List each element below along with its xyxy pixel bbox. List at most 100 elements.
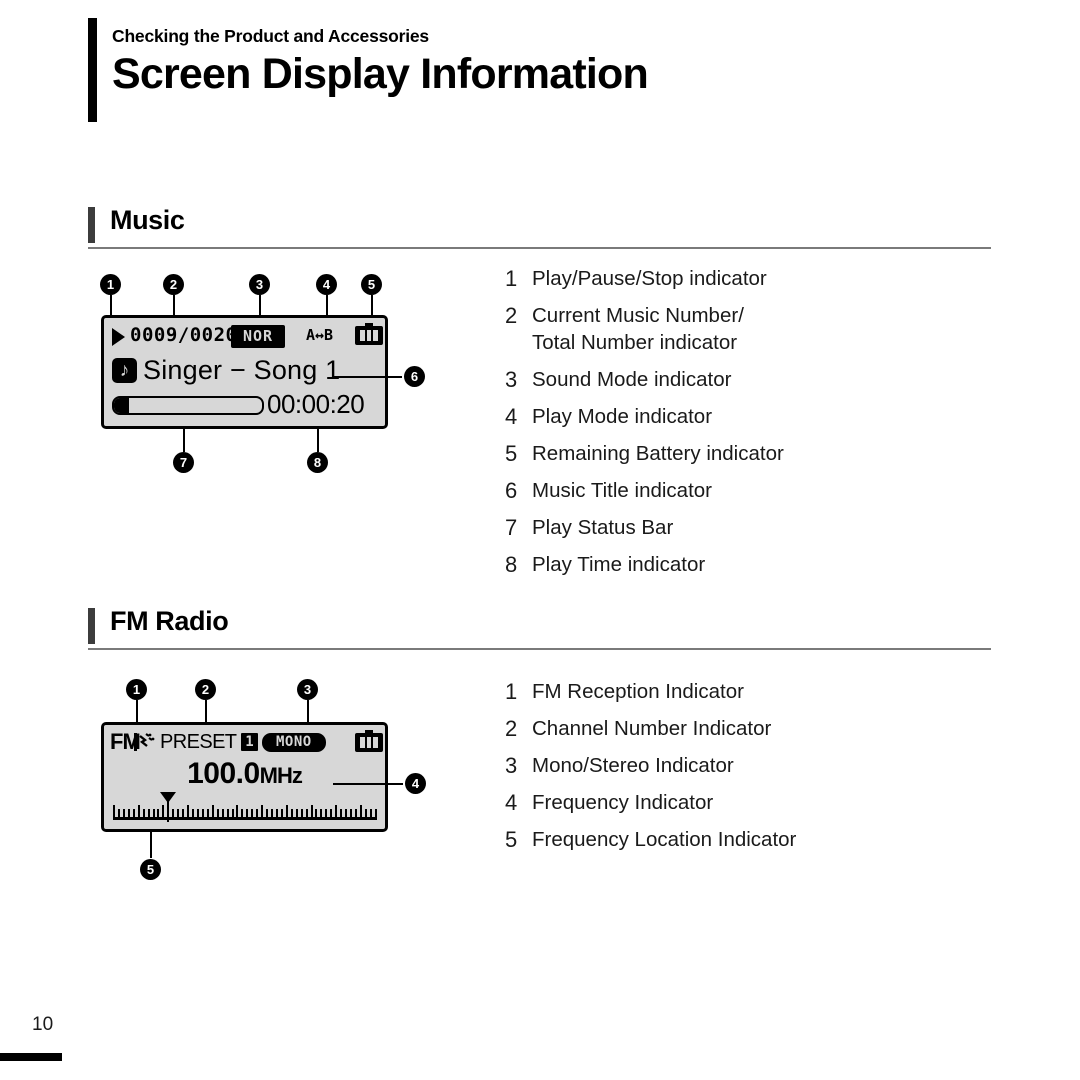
callout-music-5: 5	[361, 274, 382, 295]
page-header: Checking the Product and Accessories Scr…	[88, 18, 1008, 122]
tuning-tick	[271, 809, 273, 817]
tuning-tick	[261, 805, 264, 817]
tuning-tick	[305, 809, 308, 817]
fm-screen-display: FM PRESET 1 MONO 100.0MHz	[101, 722, 388, 832]
tuning-tick	[350, 809, 352, 817]
leader-music-4	[326, 295, 328, 315]
tuning-tick	[152, 809, 155, 817]
page-title: Screen Display Information	[112, 50, 649, 98]
battery-body	[355, 326, 383, 345]
leader-music-5	[371, 295, 373, 315]
tuning-tick	[132, 809, 135, 817]
tuning-tick	[310, 805, 313, 817]
play-mode-indicator: A↔B	[306, 326, 334, 344]
tuning-tick	[241, 809, 244, 817]
frequency-unit: MHz	[259, 763, 303, 788]
mono-stereo-indicator: MONO	[262, 733, 326, 752]
legend-number: 5	[505, 827, 518, 852]
tuning-tick	[182, 809, 185, 817]
tuning-tick	[256, 809, 259, 817]
music-title-indicator: Singer − Song 1	[143, 355, 341, 385]
section-title: FM Radio	[110, 606, 229, 636]
play-status-bar	[112, 396, 264, 415]
legend-label: Mono/Stereo Indicator	[532, 754, 734, 777]
fm-legend-list: 1 FM Reception Indicator 2 Channel Numbe…	[505, 678, 796, 863]
legend-label: Sound Mode indicator	[532, 368, 732, 391]
list-item: 8 Play Time indicator	[505, 551, 784, 578]
legend-label: Remaining Battery indicator	[532, 442, 784, 465]
legend-label: Play Mode indicator	[532, 405, 713, 428]
callout-music-3: 3	[249, 274, 270, 295]
leader-fm-1	[136, 700, 138, 722]
callout-fm-4: 4	[405, 773, 426, 794]
legend-label: Current Music Number/ Total Number indic…	[532, 304, 744, 354]
tuning-tick	[127, 809, 130, 817]
preset-label: PRESET	[160, 731, 237, 753]
list-item: 1 FM Reception Indicator	[505, 678, 796, 705]
tuning-tick	[117, 809, 120, 817]
fm-status-row: FM PRESET 1 MONO	[104, 728, 385, 758]
tuning-tick	[226, 809, 229, 817]
list-item: 5 Remaining Battery indicator	[505, 440, 784, 467]
battery-body	[355, 733, 383, 752]
legend-number: 3	[505, 367, 518, 392]
tuning-tick	[147, 809, 150, 817]
legend-number: 6	[505, 478, 518, 503]
frequency-value: 100.0	[187, 757, 260, 790]
tuning-tick	[246, 809, 249, 817]
battery-full-icon	[355, 730, 383, 752]
list-item: 3 Mono/Stereo Indicator	[505, 752, 796, 779]
sound-mode-indicator: NOR	[231, 325, 286, 348]
list-item: 2 Current Music Number/ Total Number ind…	[505, 302, 784, 356]
callout-fm-1: 1	[126, 679, 147, 700]
legend-label: Play Time indicator	[532, 553, 706, 576]
callout-music-1: 1	[100, 274, 121, 295]
list-item: 2 Channel Number Indicator	[505, 715, 796, 742]
list-item: 1 Play/Pause/Stop indicator	[505, 265, 784, 292]
legend-label: Channel Number Indicator	[532, 717, 772, 740]
breadcrumb: Checking the Product and Accessories	[112, 26, 429, 46]
section-title: Music	[110, 205, 185, 235]
legend-number: 4	[505, 404, 518, 429]
legend-number: 7	[505, 515, 518, 540]
legend-number: 8	[505, 552, 518, 577]
list-item: 7 Play Status Bar	[505, 514, 784, 541]
frequency-location-indicator	[113, 792, 377, 822]
tuning-tick	[345, 809, 348, 817]
tuning-tick	[187, 805, 190, 817]
legend-number: 4	[505, 790, 518, 815]
leader-music-8	[317, 429, 319, 452]
leader-fm-4	[333, 783, 403, 785]
antenna-reception-icon	[134, 733, 155, 751]
tuning-tick	[216, 809, 219, 817]
leader-music-6	[334, 376, 402, 378]
tuning-tick	[275, 809, 278, 817]
tuning-tick	[177, 809, 180, 817]
legend-number: 2	[505, 303, 518, 328]
tuning-tick	[231, 809, 234, 817]
tuning-tick	[157, 809, 160, 817]
list-item: 4 Play Mode indicator	[505, 403, 784, 430]
tuning-tick	[266, 809, 269, 817]
section-heading-music: Music	[88, 205, 991, 249]
tuning-tick	[340, 809, 343, 817]
leader-fm-5	[150, 832, 152, 858]
tuning-tick	[162, 805, 165, 817]
tuning-tick	[137, 805, 140, 817]
tuning-tick	[374, 809, 377, 817]
tuning-tick	[290, 809, 293, 817]
legend-label: Frequency Location Indicator	[532, 828, 797, 851]
tuning-tick	[172, 809, 175, 817]
tuning-tick	[354, 809, 357, 817]
tuning-tick	[325, 809, 328, 817]
tuning-tick	[113, 805, 115, 817]
tuning-tick	[369, 809, 372, 817]
music-progress-row: 00:00:20	[104, 389, 385, 422]
tuning-tick	[335, 805, 338, 817]
music-legend-list: 1 Play/Pause/Stop indicator 2 Current Mu…	[505, 265, 784, 588]
tuning-tick	[251, 809, 254, 817]
tuning-pointer-stem	[167, 800, 169, 822]
track-number-indicator: 0009/0020	[130, 324, 238, 346]
tuning-tick	[364, 809, 367, 817]
callout-fm-5: 5	[140, 859, 161, 880]
